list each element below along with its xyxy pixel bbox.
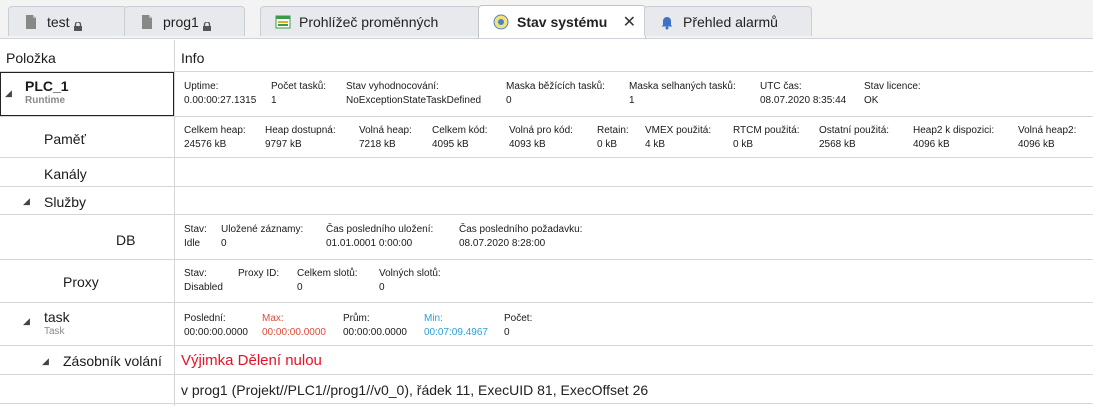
stack-trace-line: v prog1 (Projekt//PLC1//prog1//v0_0), řá…	[181, 382, 649, 398]
field-cycle-count: Počet: 0	[504, 313, 533, 338]
document-icon	[23, 14, 39, 30]
tree-item-proxy: Proxy	[63, 274, 99, 290]
tab-system-status[interactable]: Stav systému ✕	[478, 5, 646, 38]
exception-message: Výjimka Dělení nulou	[181, 352, 322, 369]
tree-item-channels: Kanály	[44, 166, 87, 182]
tab-alarm-overview[interactable]: Přehled alarmů	[644, 6, 812, 36]
tab-test[interactable]: test	[8, 6, 127, 36]
close-icon[interactable]: ✕	[623, 12, 636, 32]
field-utc-time: UTC čas: 08.07.2020 8:35:44	[760, 81, 847, 106]
tree-row-trace[interactable]: v prog1 (Projekt//PLC1//prog1//v0_0), řá…	[0, 375, 1093, 404]
field-last-cycle: Poslední: 00:00:00.0000	[184, 313, 248, 338]
grid-header: Položka Info	[0, 40, 1093, 72]
tab-label: Stav systému	[517, 14, 608, 30]
field-total-code: Celkem kód: 4095 kB	[432, 125, 488, 150]
expanded-arrow-icon[interactable]: ◢	[23, 316, 30, 327]
tree-row-task[interactable]: ◢ task Task Poslední: 00:00:00.0000 Max: 0…	[0, 303, 1093, 346]
column-divider	[174, 40, 175, 406]
document-tab-bar: test prog1 Prohlížeč proměnných Stav sys…	[0, 0, 1093, 39]
field-heap2-available: Heap2 k dispozici: 4096 kB	[913, 125, 995, 150]
field-avg-cycle: Prům: 00:00:00.0000	[343, 313, 407, 338]
tab-label: Prohlížeč proměnných	[299, 13, 439, 30]
field-free-for-code: Volná pro kód: 4093 kB	[509, 125, 573, 150]
expanded-arrow-icon[interactable]: ◢	[42, 356, 49, 367]
item-subtitle: Runtime	[25, 95, 65, 106]
field-free-slots: Volných slotů: 0	[379, 268, 441, 293]
field-proxy-state: Stav: Disabled	[184, 268, 223, 293]
tree-row-db[interactable]: DB Stav: Idle Uložené záznamy: 0 Čas posle…	[0, 215, 1093, 260]
tree-row-channels[interactable]: Kanály	[0, 158, 1093, 187]
field-free-heap: Volná heap: 7218 kB	[359, 125, 412, 150]
tree-row-memory[interactable]: Paměť Celkem heap: 24576 kB Heap dostupná…	[0, 117, 1093, 158]
tab-label: test	[47, 13, 70, 30]
field-running-task-mask: Maska běžících tasků: 0	[506, 81, 605, 106]
item-name: task	[44, 309, 70, 325]
column-header-item[interactable]: Položka	[6, 50, 56, 66]
field-db-state: Stav: Idle	[184, 224, 207, 249]
tree-item-db: DB	[116, 232, 136, 248]
tree-item-callstack: Zásobník volání	[63, 353, 162, 369]
tree-row-proxy[interactable]: Proxy Stav: Disabled Proxy ID: Celkem slo…	[0, 260, 1093, 303]
field-vmex-used: VMEX použitá: 4 kB	[645, 125, 712, 150]
tree-row-callstack[interactable]: ◢ Zásobník volání Výjimka Dělení nulou	[0, 346, 1093, 375]
item-name: PLC_1	[25, 78, 69, 94]
tab-prog1[interactable]: prog1	[124, 6, 245, 36]
lock-icon	[202, 18, 211, 31]
tree-item-memory: Paměť	[44, 131, 86, 147]
field-last-save-time: Čas posledního uložení: 01.01.0001 0:00:0…	[326, 224, 434, 249]
field-failed-task-mask: Maska selhaných tasků: 1	[629, 81, 736, 106]
expanded-arrow-icon[interactable]: ◢	[5, 88, 12, 99]
field-evaluation-state: Stav vyhodnocování: NoExceptionStateTaskD…	[346, 81, 482, 106]
field-max-cycle: Max: 00:00:00.0000	[262, 313, 326, 338]
tree-item-services: Služby	[44, 194, 87, 210]
tree-item-task: task Task	[44, 309, 70, 337]
column-header-info[interactable]: Info	[181, 50, 204, 66]
tree-row-services[interactable]: ◢ Služby	[0, 187, 1093, 215]
field-total-heap: Celkem heap: 24576 kB	[184, 125, 246, 150]
tab-label: Přehled alarmů	[683, 13, 778, 30]
field-retain: Retain: 0 kB	[597, 125, 629, 150]
field-total-slots: Celkem slotů: 0	[297, 268, 358, 293]
field-rtcm-used: RTCM použitá: 0 kB	[733, 125, 800, 150]
tab-variable-viewer[interactable]: Prohlížeč proměnných	[260, 6, 480, 36]
field-uptime: Uptime: 0.00:00:27.1315	[184, 81, 257, 106]
expanded-arrow-icon[interactable]: ◢	[23, 196, 30, 207]
field-proxy-id: Proxy ID:	[238, 268, 280, 279]
system-status-icon	[493, 14, 509, 30]
field-min-cycle: Min: 00:07:09.4967	[424, 313, 488, 338]
field-other-used: Ostatní použitá: 2568 kB	[819, 125, 890, 150]
variable-table-icon	[275, 14, 291, 30]
field-license-state: Stav licence: OK	[864, 81, 921, 106]
tree-row-plc[interactable]: ◢ PLC_1 Runtime Uptime: 0.00:00:27.1315 P…	[0, 72, 1093, 117]
field-free-heap2: Volná heap2: 4096 kB	[1018, 125, 1077, 150]
item-subtitle: Task	[44, 326, 65, 337]
tab-label: prog1	[163, 13, 199, 30]
field-task-count: Počet tasků: 1	[271, 81, 327, 106]
lock-icon	[73, 18, 82, 31]
field-last-request-time: Čas posledního požadavku: 08.07.2020 8:28…	[459, 224, 583, 249]
document-icon	[139, 14, 155, 30]
bell-icon	[659, 14, 675, 30]
field-heap-available: Heap dostupná: 9797 kB	[265, 125, 336, 150]
field-stored-records: Uložené záznamy: 0	[221, 224, 304, 249]
tree-item-plc: PLC_1 Runtime	[25, 78, 69, 106]
